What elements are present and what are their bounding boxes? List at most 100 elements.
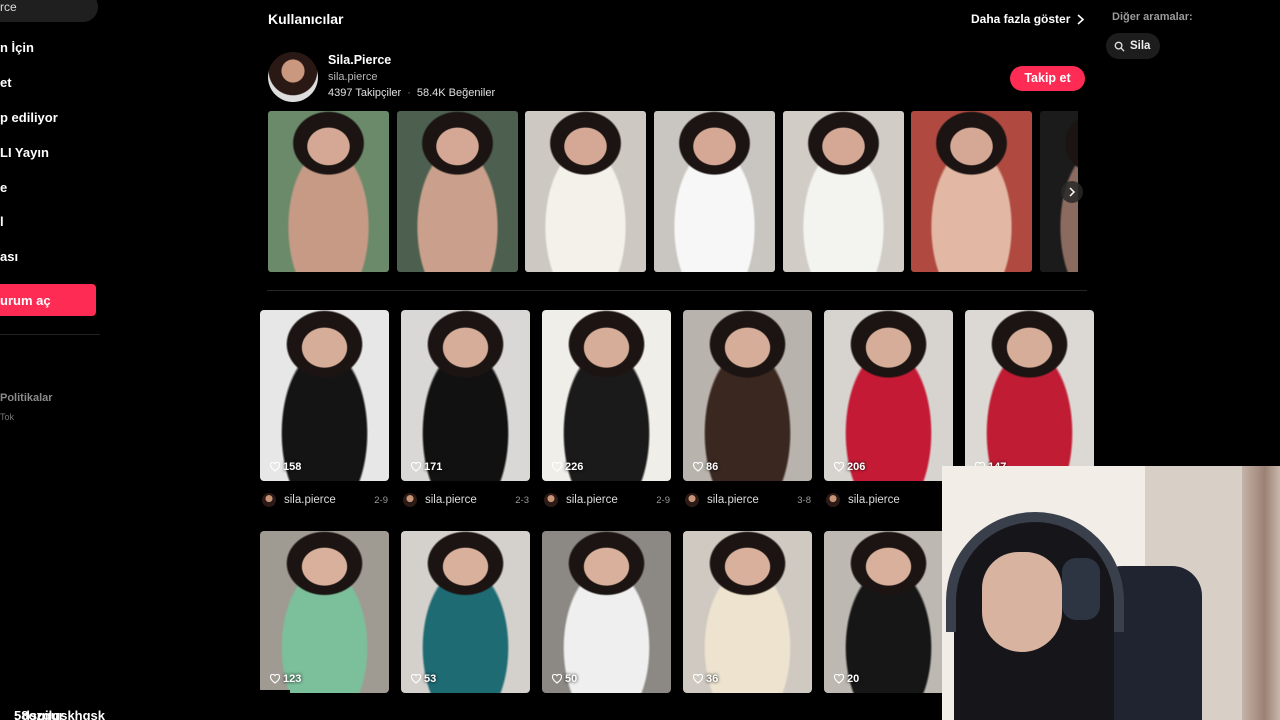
video-author[interactable]: sila.pierce [566, 494, 618, 506]
video-meta: sila.pierce 2-3 [403, 492, 529, 508]
author-avatar[interactable] [544, 493, 558, 507]
author-avatar[interactable] [826, 493, 840, 507]
chevron-right-icon [1077, 13, 1085, 25]
author-avatar[interactable] [403, 493, 417, 507]
heart-icon [270, 674, 280, 684]
video-card[interactable]: 123 [260, 531, 389, 693]
streamer-webcam-overlay [942, 466, 1280, 720]
user-display-name[interactable]: Sila.Pierce [328, 53, 391, 67]
followers-count: 4397 Takipçiler [328, 87, 402, 99]
like-count-text: 53 [424, 673, 437, 685]
heart-icon [552, 674, 562, 684]
heart-icon [693, 462, 703, 472]
like-count-text: 20 [847, 673, 860, 685]
like-count-text: 86 [706, 461, 719, 473]
user-preview-video[interactable] [268, 111, 389, 272]
video-card[interactable]: 20 [824, 531, 953, 693]
search-icon [1114, 41, 1125, 52]
heart-icon [552, 462, 562, 472]
sidebar-item-profile[interactable]: ası [0, 249, 18, 264]
user-preview-video[interactable] [783, 111, 904, 272]
video-like-count: 171 [411, 461, 442, 473]
video-like-count: 158 [270, 461, 301, 473]
heart-icon [834, 462, 844, 472]
video-date: 2-3 [515, 494, 529, 506]
sidebar: rce n İçin et p ediliyor LI Yayın e l as… [0, 0, 110, 720]
related-search-chip[interactable]: Sila [1106, 33, 1161, 59]
users-section-title: Kullanıcılar [268, 11, 344, 27]
video-like-count: 206 [834, 461, 865, 473]
user-preview-video[interactable] [911, 111, 1032, 272]
video-author[interactable]: sila.pierce [425, 494, 477, 506]
sidebar-item-explore[interactable]: et [0, 75, 12, 90]
user-avatar[interactable] [268, 52, 318, 102]
sidebar-divider [0, 334, 100, 335]
video-like-count: 53 [411, 673, 436, 685]
heart-icon [411, 674, 421, 684]
chat-message: : dsgjlgskhgsk [14, 708, 106, 720]
sidebar-item-following[interactable]: p ediliyor [0, 110, 58, 125]
footer-policies-link[interactable]: Politikalar [0, 392, 53, 404]
sidebar-item-for-you[interactable]: n İçin [0, 40, 34, 55]
like-count-text: 123 [283, 673, 302, 685]
author-avatar[interactable] [262, 493, 276, 507]
heart-icon [411, 462, 421, 472]
video-card[interactable]: 158 [260, 310, 389, 481]
user-stats: 4397 Takipçiler · 58.4K Beğeniler [328, 87, 496, 99]
video-like-count: 50 [552, 673, 577, 685]
heart-icon [693, 674, 703, 684]
webcam-curtain [1242, 466, 1280, 720]
video-meta: sila.pierce 2-9 [544, 492, 670, 508]
video-card[interactable]: 86 [683, 310, 812, 481]
author-avatar[interactable] [685, 493, 699, 507]
create-account-label: urum aç [0, 293, 51, 308]
section-divider [267, 290, 1087, 291]
like-count-text: 36 [706, 673, 719, 685]
video-like-count: 36 [693, 673, 718, 685]
user-handle: sila.pierce [328, 71, 378, 83]
likes-count: 58.4K Beğeniler [416, 87, 496, 99]
video-card[interactable]: 147 [965, 310, 1094, 481]
sidebar-item-messages[interactable]: e [0, 180, 7, 195]
user-preview-video[interactable] [654, 111, 775, 272]
video-like-count: 123 [270, 673, 301, 685]
user-preview-video[interactable] [525, 111, 646, 272]
footer-copyright: Tok [0, 412, 15, 422]
user-video-preview-strip [268, 111, 1078, 272]
heart-icon [834, 674, 844, 684]
sidebar-item-live[interactable]: LI Yayın [0, 145, 49, 160]
video-date: 2-9 [374, 494, 388, 506]
video-card[interactable]: 53 [401, 531, 530, 693]
user-preview-video[interactable] [397, 111, 518, 272]
video-date: 3-8 [797, 494, 811, 506]
video-card[interactable]: 226 [542, 310, 671, 481]
video-meta: sila.pierce 3-8 [685, 492, 811, 508]
heart-icon [270, 462, 280, 472]
sidebar-search-text: rce [0, 0, 17, 14]
video-like-count: 20 [834, 673, 859, 685]
like-count-text: 171 [424, 461, 443, 473]
video-card[interactable]: 50 [542, 531, 671, 693]
video-card[interactable]: 36 [683, 531, 812, 693]
follow-button[interactable]: Takip et [1010, 66, 1085, 91]
video-like-count: 86 [693, 461, 718, 473]
sidebar-search-field[interactable]: rce [0, 0, 98, 22]
video-author[interactable]: sila.pierce [848, 494, 900, 506]
show-more-label: Daha fazla göster [971, 12, 1071, 26]
like-count-text: 206 [847, 461, 866, 473]
show-more-link[interactable]: Daha fazla göster [971, 12, 1085, 26]
video-meta: sila.pierce2- [826, 492, 952, 508]
video-author[interactable]: sila.pierce [284, 494, 336, 506]
like-count-text: 50 [565, 673, 578, 685]
video-like-count: 226 [552, 461, 583, 473]
video-card[interactable]: 171 [401, 310, 530, 481]
video-card[interactable]: 206 [824, 310, 953, 481]
like-count-text: 226 [565, 461, 584, 473]
sidebar-item-more[interactable]: l [0, 214, 4, 229]
preview-next-button[interactable] [1061, 181, 1083, 203]
other-searches-title: Diğer aramalar: [1112, 11, 1193, 23]
stream-chat-line: 58ozgur : dsgjlgskhgsk [0, 690, 290, 720]
create-account-button[interactable]: urum aç [0, 284, 96, 316]
video-date: 2-9 [656, 494, 670, 506]
video-author[interactable]: sila.pierce [707, 494, 759, 506]
